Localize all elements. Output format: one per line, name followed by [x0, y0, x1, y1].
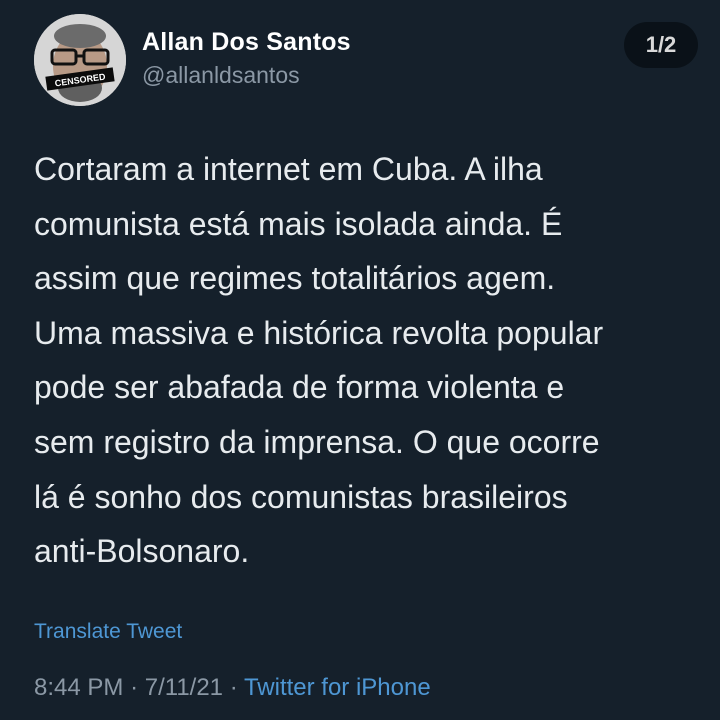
tweet-text-line: anti-Bolsonaro.	[34, 533, 250, 570]
tweet-source-link[interactable]: Twitter for iPhone	[244, 674, 431, 701]
tweet-text-line: Uma massiva e histórica revolta popular	[34, 314, 604, 351]
tweet-text: Cortaram a internet em Cuba. A ilha comu…	[34, 142, 704, 579]
meta-separator: ·	[130, 674, 139, 701]
tweet-text-line: lá é sonho dos comunistas brasileiros	[34, 478, 568, 515]
author-display-name[interactable]: Allan Dos Santos	[142, 28, 351, 57]
translate-tweet-link[interactable]: Translate Tweet	[34, 620, 182, 644]
tweet-text-line: Cortaram a internet em Cuba. A ilha	[34, 151, 543, 187]
tweet-metadata: 8:44 PM · 7/11/21 · Twitter for iPhone	[34, 674, 431, 702]
tweet-text-line: sem registro da imprensa. O que ocorre	[34, 423, 600, 460]
tweet-card: CENSORED Allan Dos Santos @allanldsantos…	[0, 0, 720, 720]
thread-page-indicator: 1/2	[624, 22, 698, 68]
meta-separator: ·	[229, 674, 238, 701]
tweet-date[interactable]: 7/11/21	[145, 674, 223, 701]
tweet-text-line: assim que regimes totalitários agem.	[34, 260, 556, 297]
avatar-image: CENSORED	[34, 14, 126, 106]
tweet-time[interactable]: 8:44 PM	[34, 674, 123, 701]
author-handle[interactable]: @allanldsantos	[142, 62, 300, 89]
tweet-text-line: pode ser abafada de forma violenta e	[34, 369, 565, 406]
avatar[interactable]: CENSORED	[34, 14, 126, 106]
tweet-text-line: comunista está mais isolada ainda. É	[34, 205, 563, 242]
